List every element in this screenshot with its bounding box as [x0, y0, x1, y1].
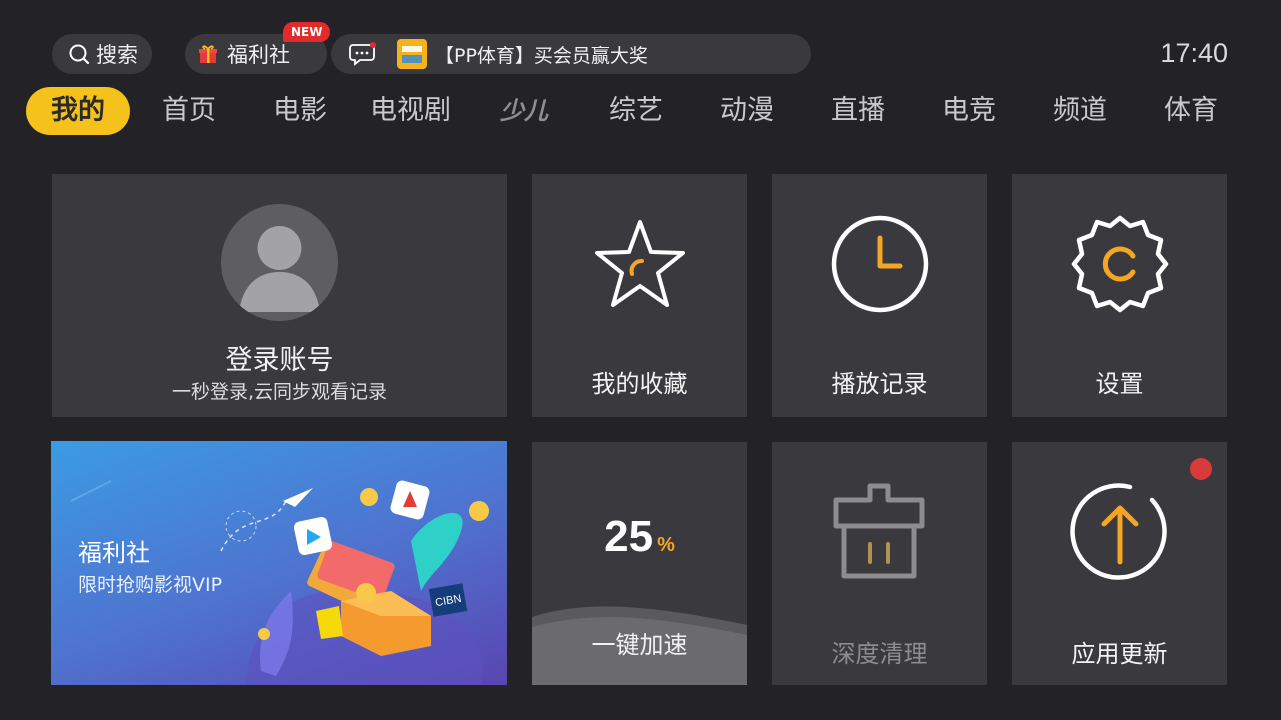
- notice-text: 【PP体育】买会员赢大奖: [435, 44, 648, 67]
- update-title: 应用更新: [1071, 640, 1168, 668]
- notice-bar[interactable]: 【PP体育】买会员赢大奖: [331, 34, 811, 74]
- gear-icon: [1071, 215, 1168, 313]
- new-badge: NEW: [283, 22, 331, 42]
- settings-title: 设置: [1095, 370, 1144, 398]
- boost-percent-unit: %: [657, 534, 675, 556]
- broom-icon: [833, 483, 924, 579]
- tab-variety[interactable]: 综艺: [609, 87, 663, 135]
- tab-movies[interactable]: 电影: [273, 87, 327, 135]
- category-tabs: 我的 首页 电影 电视剧 少儿 综艺 动漫 直播 电竞 频道 体育: [0, 87, 1281, 137]
- history-tile[interactable]: 播放记录: [772, 174, 987, 417]
- welfare-banner-tile[interactable]: CIBN 福利社 限时抢购影视VIP: [51, 441, 507, 685]
- search-label: 搜索: [96, 43, 138, 67]
- star-icon: [594, 220, 685, 307]
- boost-tile[interactable]: 25% 一键加速: [532, 442, 747, 685]
- welfare-label: 福利社: [227, 43, 290, 67]
- welfare-banner-subtitle: 限时抢购影视VIP: [78, 574, 223, 596]
- tab-live[interactable]: 直播: [831, 87, 885, 135]
- clean-tile[interactable]: 深度清理: [772, 442, 987, 685]
- upload-arrow-icon: [1069, 483, 1167, 580]
- tab-esports[interactable]: 电竞: [942, 87, 996, 135]
- avatar: [221, 204, 338, 321]
- update-notification-dot: [1190, 458, 1212, 480]
- login-subtitle: 一秒登录,云同步观看记录: [171, 381, 388, 403]
- boost-title: 一键加速: [591, 631, 688, 659]
- pp-sports-icon: [397, 39, 427, 69]
- tab-anime[interactable]: 动漫: [720, 87, 774, 135]
- tab-sports[interactable]: 体育: [1164, 87, 1218, 135]
- boost-percent: 25%: [532, 512, 747, 562]
- clock-icon: [831, 215, 928, 313]
- gift-icon: [199, 45, 217, 63]
- favorites-title: 我的收藏: [591, 370, 688, 398]
- welfare-banner-title: 福利社: [78, 539, 150, 567]
- tab-channels[interactable]: 频道: [1053, 87, 1107, 135]
- tab-tv-series[interactable]: 电视剧: [370, 87, 451, 135]
- boost-percent-value: 25: [604, 512, 654, 561]
- message-icon: [349, 42, 376, 66]
- tab-mine[interactable]: 我的: [26, 87, 130, 135]
- search-button[interactable]: 搜索: [52, 34, 152, 74]
- login-tile[interactable]: 登录账号 一秒登录,云同步观看记录: [52, 174, 507, 417]
- history-title: 播放记录: [831, 370, 928, 398]
- tab-home[interactable]: 首页: [162, 87, 216, 135]
- clean-title: 深度清理: [831, 640, 928, 668]
- login-title: 登录账号: [225, 345, 334, 376]
- tab-kids[interactable]: 少儿: [500, 87, 548, 135]
- settings-tile[interactable]: 设置: [1012, 174, 1227, 417]
- search-icon: [69, 44, 90, 65]
- clock: 17:40: [1160, 38, 1228, 68]
- favorites-tile[interactable]: 我的收藏: [532, 174, 747, 417]
